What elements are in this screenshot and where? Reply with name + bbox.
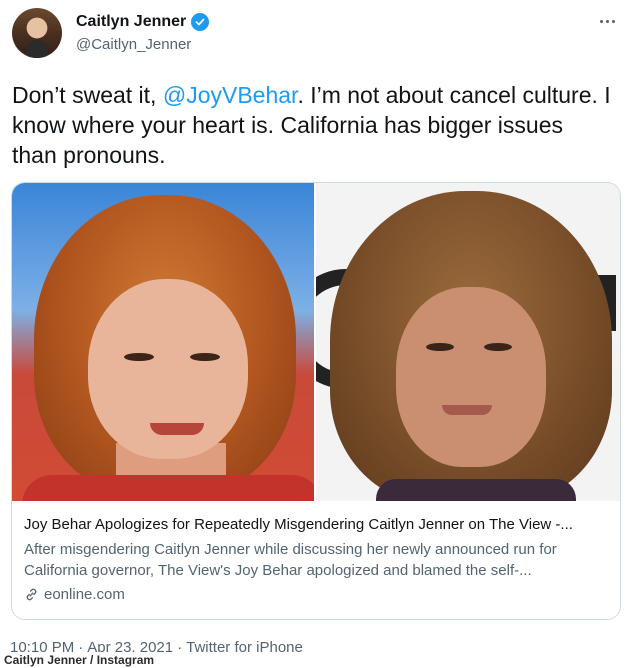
author-name-row: Caitlyn Jenner <box>76 13 210 31</box>
avatar[interactable] <box>12 8 62 58</box>
card-body: Joy Behar Apologizes for Repeatedly Misg… <box>12 501 620 603</box>
link-card[interactable]: Joy Behar Apologizes for Repeatedly Misg… <box>11 182 621 620</box>
mention-link[interactable]: @JoyVBehar <box>163 82 298 108</box>
tweet-text-part: Don’t sweat it, <box>12 82 163 108</box>
card-domain[interactable]: eonline.com <box>24 586 608 603</box>
card-title[interactable]: Joy Behar Apologizes for Repeatedly Misg… <box>24 515 608 535</box>
card-image[interactable] <box>12 183 620 501</box>
more-options-icon[interactable] <box>594 10 620 32</box>
author-display-name[interactable]: Caitlyn Jenner <box>76 13 186 31</box>
tweet[interactable]: Caitlyn Jenner @Caitlyn_Jenner Don’t swe… <box>0 0 634 668</box>
card-description: After misgendering Caitlyn Jenner while … <box>24 541 557 579</box>
photo-credit: Caitlyn Jenner / Instagram <box>0 652 161 668</box>
author-handle[interactable]: @Caitlyn_Jenner <box>76 36 191 53</box>
verified-badge-icon <box>191 13 210 31</box>
meta-separator: · <box>177 639 183 656</box>
tweet-text: Don’t sweat it, @JoyVBehar. I’m not abou… <box>12 80 612 170</box>
card-photo-right <box>316 183 620 501</box>
link-icon <box>24 587 39 602</box>
card-domain-text: eonline.com <box>44 586 125 603</box>
tweet-source[interactable]: Twitter for iPhone <box>186 639 303 656</box>
card-photo-left <box>12 183 314 501</box>
